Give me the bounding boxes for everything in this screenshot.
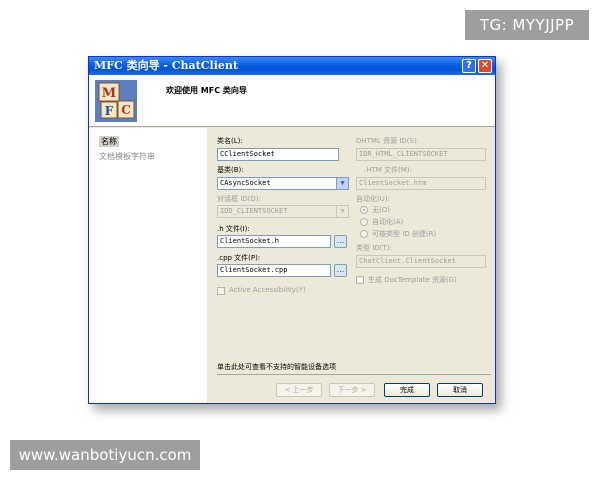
cpp-file-input[interactable]: ClientSocket.cpp bbox=[217, 264, 331, 277]
active-accessibility-checkbox bbox=[217, 287, 225, 295]
radio-automation-label: 自动化(A) bbox=[372, 218, 404, 226]
h-file-input[interactable]: ClientSocket.h bbox=[217, 235, 331, 248]
active-accessibility-label: Active Accessibility(Y) bbox=[229, 286, 306, 294]
screenshot: TG: MYYJJPP MFC 类向导 - ChatClient ? ✕ M F… bbox=[0, 0, 600, 480]
h-file-label: .h 文件(I): bbox=[217, 225, 250, 233]
divider bbox=[217, 374, 491, 375]
watermark-bottom: www.wanbotiyucn.com bbox=[10, 440, 200, 470]
cpp-file-browse-button[interactable]: ... bbox=[334, 264, 347, 277]
finish-button[interactable]: 完成 bbox=[384, 383, 430, 397]
radio-creatable-label: 可按类型 ID 创建(R) bbox=[372, 230, 437, 238]
type-id-input: ChatClient.ClientSocket bbox=[356, 255, 486, 268]
svg-text:F: F bbox=[105, 104, 114, 118]
class-name-label: 类名(L): bbox=[217, 137, 243, 145]
watermark-top: TG: MYYJJPP bbox=[465, 10, 589, 40]
wizard-header: M F C 欢迎使用 MFC 类向导 bbox=[89, 75, 495, 127]
dialog-id-label: 对话框 ID(D): bbox=[217, 195, 261, 203]
window-title: MFC 类向导 - ChatClient bbox=[94, 59, 238, 72]
class-name-input[interactable]: CClientSocket bbox=[217, 148, 339, 161]
htm-file-label: .HTM 文件(M): bbox=[364, 166, 412, 174]
chevron-down-icon[interactable]: ▼ bbox=[336, 178, 348, 189]
svg-text:M: M bbox=[102, 86, 116, 101]
radio-automation bbox=[360, 218, 368, 226]
dialog-id-select: IDD_CLIENTSOCKET ▼ bbox=[217, 205, 349, 218]
close-button[interactable]: ✕ bbox=[478, 59, 492, 73]
dhtml-id-input: IDR_HTML_CLIENTSOCKET bbox=[356, 148, 486, 161]
base-class-value: CAsyncSocket bbox=[220, 179, 271, 187]
nav-item-names[interactable]: 名称 bbox=[99, 136, 119, 147]
wizard-nav: 名称 文档模板字符串 bbox=[89, 128, 207, 403]
doctemplate-label: 生成 DocTemplate 资源(G) bbox=[368, 276, 457, 284]
next-button[interactable]: 下一步 > bbox=[329, 383, 375, 397]
radio-none-label: 无(O) bbox=[372, 206, 390, 214]
type-id-label: 类型 ID(T): bbox=[356, 244, 392, 252]
dialog-id-value: IDD_CLIENTSOCKET bbox=[220, 207, 288, 215]
htm-file-input: ClientSocket.htm bbox=[356, 177, 486, 190]
cpp-file-label: .cpp 文件(P): bbox=[217, 254, 261, 262]
doctemplate-checkbox bbox=[356, 276, 364, 284]
radio-creatable-by-type-id bbox=[360, 230, 368, 238]
back-button[interactable]: < 上一步 bbox=[276, 383, 322, 397]
mfc-logo-icon: M F C bbox=[95, 80, 137, 122]
nav-item-doc-template-strings[interactable]: 文档模板字符串 bbox=[99, 151, 155, 162]
base-class-select[interactable]: CAsyncSocket ▼ bbox=[217, 177, 349, 190]
base-class-label: 基类(B): bbox=[217, 166, 244, 174]
h-file-browse-button[interactable]: ... bbox=[334, 235, 347, 248]
dhtml-id-label: DHTML 资源 ID(S): bbox=[356, 137, 420, 145]
chevron-down-icon: ▼ bbox=[336, 206, 348, 217]
cancel-button[interactable]: 取消 bbox=[437, 383, 483, 397]
radio-none bbox=[360, 206, 368, 214]
title-bar[interactable]: MFC 类向导 - ChatClient ? ✕ bbox=[89, 57, 495, 75]
automation-label: 自动化(U): bbox=[356, 195, 390, 203]
help-button[interactable]: ? bbox=[462, 59, 476, 73]
header-title: 欢迎使用 MFC 类向导 bbox=[166, 86, 247, 95]
mfc-class-wizard-dialog: MFC 类向导 - ChatClient ? ✕ M F C 欢迎使用 MFC … bbox=[88, 56, 496, 404]
svg-text:C: C bbox=[121, 103, 131, 117]
unsupported-options-link[interactable]: 单击此处可查看不支持的智能设备选项 bbox=[217, 362, 336, 372]
